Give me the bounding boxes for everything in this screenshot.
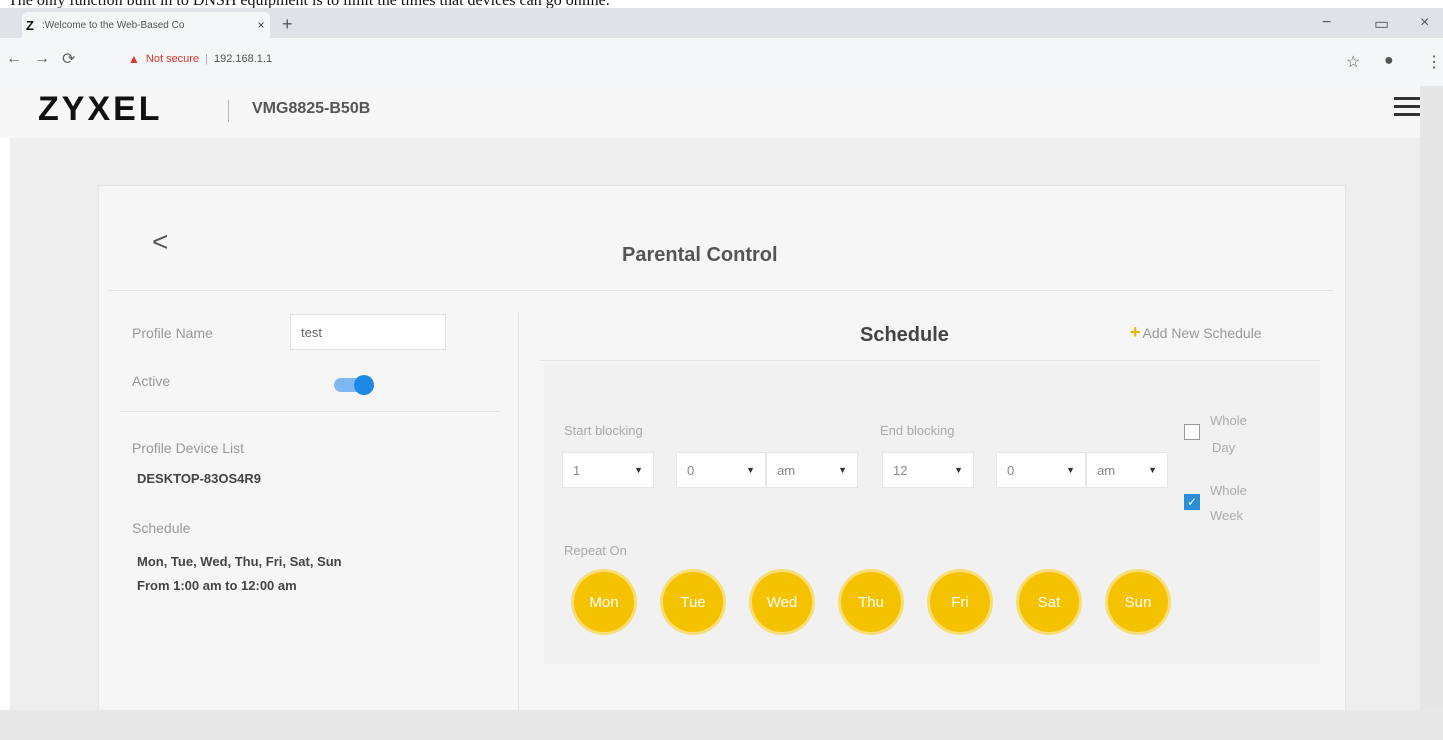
browser-menu-icon[interactable]: ⋮	[1426, 52, 1442, 72]
browser-address-bar: ← → ⟳ ▲ Not secure | 192.168.1.1 ☆ ● ⋮	[0, 38, 1443, 87]
chevron-down-icon: ▼	[1148, 465, 1157, 475]
browser-tab[interactable]: Z :Welcome to the Web-Based Co ×	[22, 12, 270, 38]
end-blocking-label: End blocking	[880, 423, 955, 438]
schedule-label: Schedule	[132, 520, 191, 536]
start-minute-value: 0	[687, 462, 695, 478]
profile-name-input[interactable]: test	[290, 314, 446, 350]
start-minute-select[interactable]: 0 ▼	[676, 452, 766, 488]
day-fri-button[interactable]: Fri	[930, 572, 990, 632]
minimize-button[interactable]: −	[1322, 14, 1331, 32]
right-edge-strip	[1420, 86, 1443, 740]
account-icon[interactable]: ●	[1384, 52, 1394, 70]
start-hour-select[interactable]: 1 ▼	[562, 452, 654, 488]
chevron-down-icon: ▼	[746, 465, 755, 475]
router-header: ZYXEL VMG8825-B50B	[0, 86, 1443, 138]
day-sun-button[interactable]: Sun	[1108, 572, 1168, 632]
chevron-down-icon: ▼	[838, 465, 847, 475]
title-divider	[108, 290, 1333, 291]
profile-name-label: Profile Name	[132, 325, 213, 341]
tab-title: :Welcome to the Web-Based Co	[41, 19, 185, 31]
warning-icon: ▲	[128, 52, 140, 66]
day-wed-button[interactable]: Wed	[752, 572, 812, 632]
panel-divider	[518, 312, 519, 722]
bottom-band	[0, 710, 1443, 740]
chevron-down-icon: ▼	[1066, 465, 1075, 475]
end-ampm-value: am	[1097, 462, 1116, 478]
bookmark-star-icon[interactable]: ☆	[1346, 52, 1360, 72]
schedule-title: Schedule	[860, 324, 949, 346]
toggle-knob	[354, 375, 374, 395]
whole-week-label-1: Whole	[1210, 483, 1247, 498]
end-ampm-select[interactable]: am ▼	[1086, 452, 1168, 488]
new-tab-button[interactable]: +	[282, 14, 293, 35]
start-blocking-label: Start blocking	[564, 423, 643, 438]
day-mon-button[interactable]: Mon	[574, 572, 634, 632]
reload-icon[interactable]: ⟳	[62, 49, 75, 69]
whole-day-checkbox[interactable]	[1184, 424, 1200, 440]
whole-day-label-2: Day	[1212, 440, 1236, 455]
header-divider	[228, 100, 229, 122]
day-tue-button[interactable]: Tue	[663, 572, 723, 632]
url-separator: |	[205, 53, 208, 65]
not-secure-label: Not secure	[145, 53, 200, 65]
forward-arrow-icon[interactable]: →	[34, 50, 50, 68]
schedule-days-summary: Mon, Tue, Wed, Thu, Fri, Sat, Sun	[137, 554, 342, 569]
chevron-down-icon: ▼	[634, 465, 643, 475]
url-text: 192.168.1.1	[213, 53, 273, 65]
end-hour-select[interactable]: 12 ▼	[882, 452, 974, 488]
device-model: VMG8825-B50B	[252, 100, 371, 117]
add-new-schedule-button[interactable]: + Add New Schedule	[1130, 322, 1262, 343]
zyxel-logo: ZYXEL	[38, 90, 163, 128]
whole-week-label-2: Week	[1210, 508, 1243, 523]
add-new-schedule-label: Add New Schedule	[1142, 324, 1262, 341]
back-chevron-icon[interactable]: <	[152, 226, 168, 258]
plus-icon: +	[1130, 322, 1141, 342]
active-toggle[interactable]	[334, 375, 378, 395]
day-sat-button[interactable]: Sat	[1019, 572, 1079, 632]
end-minute-value: 0	[1007, 462, 1015, 478]
whole-day-label-1: Whole	[1210, 413, 1247, 428]
hamburger-menu-icon[interactable]	[1394, 92, 1420, 121]
chevron-down-icon: ▼	[954, 465, 963, 475]
url-field[interactable]: ▲ Not secure | 192.168.1.1	[128, 52, 272, 66]
window-close-button[interactable]: ×	[1420, 14, 1429, 32]
whole-week-checkbox[interactable]: ✓	[1184, 494, 1200, 510]
schedule-editor	[544, 364, 1320, 664]
tab-close-icon[interactable]: ×	[252, 18, 270, 32]
profile-device-list-label: Profile Device List	[132, 440, 245, 456]
start-hour-value: 1	[573, 462, 581, 478]
device-name: DESKTOP-83OS4R9	[137, 471, 262, 486]
schedule-time-summary: From 1:00 am to 12:00 am	[137, 578, 297, 593]
end-minute-select[interactable]: 0 ▼	[996, 452, 1086, 488]
page-title: Parental Control	[622, 244, 778, 266]
end-hour-value: 12	[893, 462, 908, 478]
start-ampm-select[interactable]: am ▼	[766, 452, 858, 488]
left-divider	[120, 411, 500, 412]
maximize-button[interactable]: ▭	[1374, 14, 1389, 34]
schedule-divider	[540, 360, 1320, 361]
active-label: Active	[132, 373, 171, 389]
day-thu-button[interactable]: Thu	[841, 572, 901, 632]
repeat-on-label: Repeat On	[564, 543, 627, 558]
back-arrow-icon[interactable]: ←	[6, 50, 22, 68]
zyxel-favicon-icon: Z	[26, 17, 34, 33]
start-ampm-value: am	[777, 462, 796, 478]
browser-tab-bar: Z :Welcome to the Web-Based Co × + − ▭ ×	[0, 8, 1443, 38]
